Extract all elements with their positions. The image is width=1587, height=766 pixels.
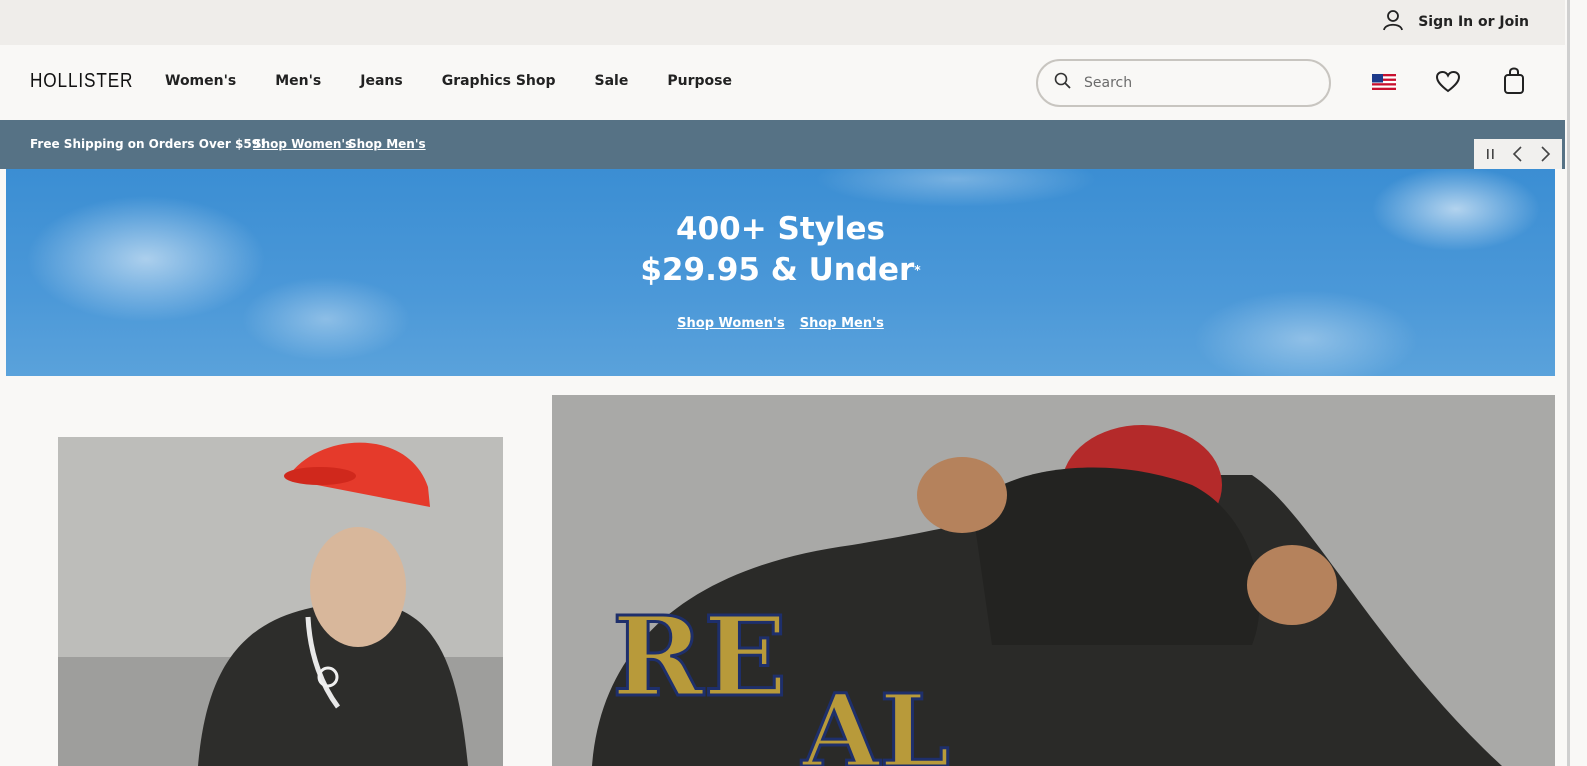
- promo-shop-womens-link[interactable]: Shop Women's: [253, 137, 352, 151]
- product-image-left[interactable]: [58, 437, 503, 766]
- search-box[interactable]: [1036, 59, 1331, 107]
- promo-carousel-controls: [1474, 139, 1562, 169]
- user-icon: [1382, 9, 1404, 35]
- product-image-right[interactable]: RE AL: [552, 395, 1555, 766]
- hero-banner: 400+ Styles $29.95 & Under* Shop Women's…: [6, 169, 1555, 376]
- svg-text:RE: RE: [612, 592, 787, 721]
- promo-shop-mens-link[interactable]: Shop Men's: [348, 137, 426, 151]
- hero-line2: $29.95 & Under: [640, 252, 915, 288]
- nav-mens[interactable]: Men's: [275, 73, 321, 89]
- main-nav: Women's Men's Jeans Graphics Shop Sale P…: [165, 73, 771, 89]
- chevron-right-icon[interactable]: [1533, 142, 1557, 166]
- hero-headline: 400+ Styles $29.95 & Under*: [6, 209, 1555, 291]
- svg-text:AL: AL: [801, 672, 950, 766]
- search-input[interactable]: [1084, 75, 1304, 91]
- scrollbar-thumb[interactable]: [1567, 0, 1570, 766]
- chevron-left-icon[interactable]: [1506, 142, 1530, 166]
- brand-logo[interactable]: HOLLISTER: [30, 70, 133, 93]
- hero-line1: 400+ Styles: [676, 211, 885, 247]
- hero-shop-mens-link[interactable]: Shop Men's: [800, 316, 884, 331]
- hero-links: Shop Women's Shop Men's: [6, 316, 1555, 331]
- hero-asterisk: *: [914, 263, 921, 277]
- hero-shop-womens-link[interactable]: Shop Women's: [677, 316, 785, 331]
- top-utility-bar: Sign In or Join: [0, 0, 1565, 45]
- nav-womens[interactable]: Women's: [165, 73, 236, 89]
- nav-graphics-shop[interactable]: Graphics Shop: [442, 73, 556, 89]
- shopping-bag-icon[interactable]: [1503, 67, 1525, 99]
- sign-in-label: Sign In or Join: [1418, 14, 1529, 30]
- search-icon: [1054, 72, 1072, 94]
- page-scrollbar[interactable]: [1565, 0, 1587, 766]
- sign-in-button[interactable]: Sign In or Join: [1382, 9, 1529, 35]
- heart-icon[interactable]: [1435, 70, 1461, 98]
- us-flag-icon[interactable]: [1372, 74, 1396, 90]
- pause-icon[interactable]: [1479, 142, 1503, 166]
- promo-message: Free Shipping on Orders Over $59!: [30, 137, 266, 151]
- nav-purpose[interactable]: Purpose: [667, 73, 732, 89]
- promo-bar: Free Shipping on Orders Over $59! Shop W…: [0, 120, 1565, 169]
- main-header: HOLLISTER Women's Men's Jeans Graphics S…: [0, 45, 1565, 120]
- nav-sale[interactable]: Sale: [595, 73, 629, 89]
- nav-jeans[interactable]: Jeans: [360, 73, 402, 89]
